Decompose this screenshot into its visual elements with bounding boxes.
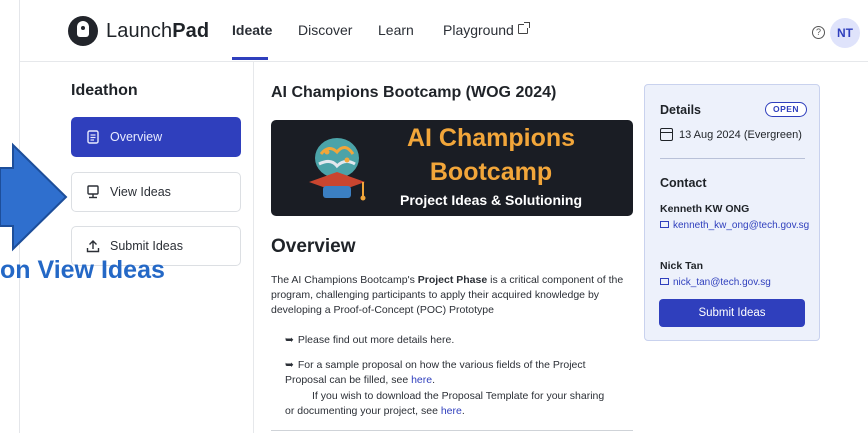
help-icon[interactable]: ? xyxy=(812,26,825,39)
page-title: AI Champions Bootcamp (WOG 2024) xyxy=(271,84,557,101)
upload-icon xyxy=(86,239,100,253)
bootcamp-banner-image: AI Champions Bootcamp Project Ideas & So… xyxy=(271,120,633,216)
divider xyxy=(271,430,633,431)
contact-email-link[interactable]: nick_tan@tech.gov.sg xyxy=(660,275,810,290)
sidebar-title: Ideathon xyxy=(71,82,138,99)
external-link-icon xyxy=(517,22,530,34)
launchpad-logo[interactable]: LaunchPad xyxy=(68,16,209,46)
sample-proposal-link[interactable]: here xyxy=(411,374,432,386)
contact-name: Nick Tan xyxy=(660,260,703,272)
top-navigation: LaunchPad Ideate Discover Learn Playgrou… xyxy=(20,0,868,62)
event-date-text: 13 Aug 2024 (Evergreen) xyxy=(679,128,802,141)
annotation-arrow-icon xyxy=(0,142,68,252)
active-tab-indicator xyxy=(232,57,268,60)
document-icon xyxy=(86,130,100,144)
banner-line-2: Bootcamp xyxy=(429,158,553,186)
tab-learn[interactable]: Learn xyxy=(378,22,414,38)
list-item: ➥ Please find out more details here. xyxy=(285,334,455,346)
sidebar-item-view-ideas[interactable]: View Ideas xyxy=(71,172,241,212)
sidebar-item-label: Submit Ideas xyxy=(110,239,183,253)
event-date: 13 Aug 2024 (Evergreen) xyxy=(660,128,802,141)
sidebar-item-label: View Ideas xyxy=(110,185,171,199)
tab-ideate[interactable]: Ideate xyxy=(232,22,272,38)
tab-discover[interactable]: Discover xyxy=(298,22,352,38)
contact-name: Kenneth KW ONG xyxy=(660,203,750,215)
contact-heading: Contact xyxy=(660,176,707,190)
contact-email-link[interactable]: kenneth_kw_ong@tech.gov.sg xyxy=(660,218,810,233)
tab-playground[interactable]: Playground xyxy=(443,22,530,38)
brand-name: LaunchPad xyxy=(106,19,210,42)
mail-icon xyxy=(660,221,669,228)
user-avatar[interactable]: NT xyxy=(830,18,860,48)
banner-line-3: Project Ideas & Solutioning xyxy=(399,192,583,208)
proposal-template-link[interactable]: here xyxy=(441,405,462,417)
sidebar-item-label: Overview xyxy=(110,130,163,144)
sidebar-item-overview[interactable]: Overview xyxy=(71,117,241,157)
overview-paragraph: The AI Champions Bootcamp's Project Phas… xyxy=(271,274,624,316)
section-heading: Overview xyxy=(271,236,356,257)
divider xyxy=(660,158,805,159)
details-card: Details OPEN 13 Aug 2024 (Evergreen) Con… xyxy=(644,84,820,341)
calendar-icon xyxy=(660,128,673,141)
submit-ideas-button[interactable]: Submit Ideas xyxy=(659,299,805,327)
mail-icon xyxy=(660,278,669,285)
annotation-label: on View Ideas xyxy=(0,256,165,284)
monitor-icon xyxy=(86,185,100,199)
tab-playground-label: Playground xyxy=(443,22,514,38)
status-badge: OPEN xyxy=(765,102,807,117)
list-item: ➥ For a sample proposal on how the variou… xyxy=(285,359,586,386)
list-item: If you wish to download the Proposal Tem… xyxy=(285,390,605,417)
rocket-logo-icon xyxy=(68,16,98,46)
banner-line-1: AI Champions xyxy=(406,124,576,152)
details-heading: Details xyxy=(660,103,701,117)
